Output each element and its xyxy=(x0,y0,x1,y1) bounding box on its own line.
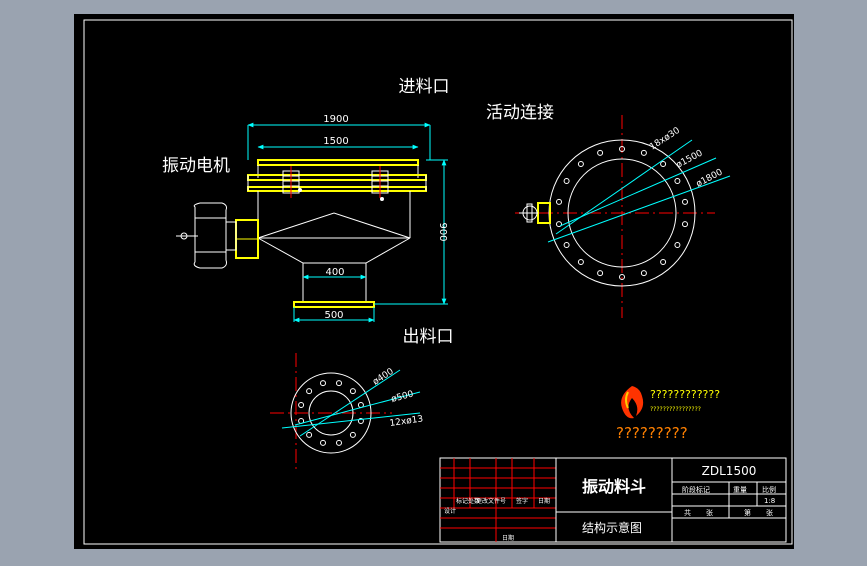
label-outlet: 出料口 xyxy=(403,327,454,347)
date-label: 日期 xyxy=(502,534,514,542)
label-flex-connection: 活动连接 xyxy=(486,103,554,123)
dim-top-inner: 1500 xyxy=(323,136,348,147)
dim-top-outer: 1900 xyxy=(323,114,348,125)
hdr-weight: 重量 xyxy=(733,486,747,494)
rev-label-doc: 更改文件号 xyxy=(476,497,506,505)
dim-outlet-inner: 400 xyxy=(325,267,344,278)
rev-label-date: 日期 xyxy=(538,497,550,505)
logo-line-1: ???????????? xyxy=(650,388,720,401)
rev-label-sign: 签字 xyxy=(516,497,528,505)
hdr-stage: 阶段标记 xyxy=(682,485,710,494)
design-label: 设计 xyxy=(444,507,456,515)
label-inlet: 进料口 xyxy=(399,77,450,97)
drawing-subtitle: 结构示意图 xyxy=(582,520,642,535)
sheet-unit-1: 张 xyxy=(706,508,713,517)
rev-label-mark: 标记 xyxy=(456,497,468,505)
sheet-of: 第 xyxy=(744,508,751,517)
label-vibration-motor: 振动电机 xyxy=(162,156,230,176)
drawing-sheet: 1900 1500 400 500 900 18xø30 ø1500 ø1800… xyxy=(74,14,794,549)
logo-line-3: ????????? xyxy=(616,424,688,442)
cad-viewport: 1900 1500 400 500 900 18xø30 ø1500 ø1800… xyxy=(0,0,867,562)
drawing-name: 振动料斗 xyxy=(582,477,646,496)
sheet-unit-2: 张 xyxy=(766,508,773,517)
dim-height: 900 xyxy=(437,222,448,241)
dim-outlet-flange: 500 xyxy=(324,310,343,321)
hdr-scale: 比例 xyxy=(762,485,776,494)
scale-value: 1:8 xyxy=(764,497,775,505)
logo-line-2: ???????????????? xyxy=(650,406,701,413)
drawing-number: ZDL1500 xyxy=(702,464,757,478)
sheet-total: 共 xyxy=(684,508,691,517)
